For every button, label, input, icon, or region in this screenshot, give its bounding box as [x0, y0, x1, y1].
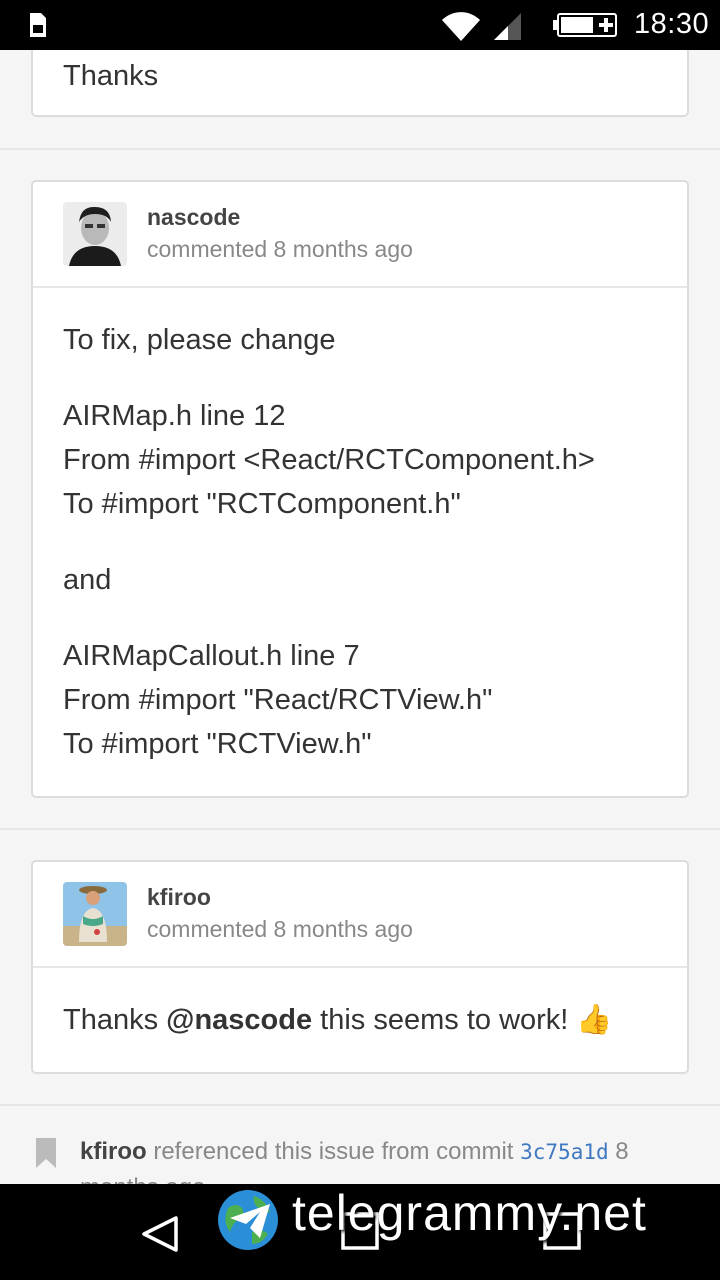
wifi-icon — [442, 12, 480, 41]
battery-charging-icon — [553, 13, 617, 37]
sim-card-icon — [30, 13, 46, 37]
comment-author[interactable]: kfiroo — [147, 884, 211, 911]
divider — [0, 828, 720, 830]
comment-author[interactable]: nascode — [147, 204, 240, 231]
status-bar: 18:30 — [0, 0, 720, 50]
user-mention[interactable]: @nascode — [166, 1004, 312, 1036]
previous-comment-card: Thanks — [31, 50, 689, 117]
comment-paragraph: To fix, please change — [63, 324, 336, 356]
comment-text: this seems to work! — [312, 1004, 577, 1036]
clock: 18:30 — [634, 8, 710, 40]
divider — [0, 1104, 720, 1106]
comment-text: Thanks — [63, 1004, 167, 1036]
comment-body: Thanks — [63, 60, 159, 92]
divider — [0, 148, 720, 150]
back-icon[interactable] — [140, 1214, 180, 1254]
avatar[interactable] — [63, 202, 127, 266]
comment-line: To #import "RCTComponent.h" — [63, 488, 461, 520]
thumbs-up-icon: 👍 — [576, 1004, 613, 1036]
comment-timestamp[interactable]: commented 8 months ago — [147, 236, 413, 263]
commit-sha-link[interactable]: 3c75a1d — [520, 1140, 609, 1164]
comment-line: From #import <React/RCTComponent.h> — [63, 444, 595, 476]
comment-header: nascode commented 8 months ago — [33, 182, 687, 288]
reference-action: referenced this issue from commit — [146, 1138, 521, 1165]
comment-line: From #import "React/RCTView.h" — [63, 684, 493, 716]
reference-time-continued: months ago — [80, 1174, 205, 1184]
comment-line: AIRMap.h line 12 — [63, 400, 286, 432]
watermark: telegrammy.net — [216, 1185, 720, 1252]
comment-line: To #import "RCTView.h" — [63, 728, 372, 760]
telegram-globe-logo — [218, 1190, 278, 1250]
navigation-bar: telegrammy.net — [0, 1184, 720, 1280]
commit-reference-event: kfiroo referenced this issue from commit… — [0, 1134, 720, 1184]
reference-text: kfiroo referenced this issue from commit… — [80, 1138, 629, 1166]
comment-timestamp[interactable]: commented 8 months ago — [147, 916, 413, 943]
reference-time: 8 — [608, 1138, 629, 1165]
bookmark-icon — [36, 1138, 56, 1168]
comment-body: Thanks @nascode this seems to work! 👍 — [33, 968, 687, 1064]
watermark-text: telegrammy.net — [292, 1185, 647, 1241]
comment-line: AIRMapCallout.h line 7 — [63, 640, 360, 672]
signal-icon — [494, 13, 521, 40]
comment-card-nascode: nascode commented 8 months ago To fix, p… — [31, 180, 689, 798]
comment-card-kfiroo: kfiroo commented 8 months ago Thanks @na… — [31, 860, 689, 1074]
issue-timeline[interactable]: Thanks nascode commented 8 months ago To… — [0, 50, 720, 1184]
comment-paragraph: and — [63, 564, 112, 596]
comment-body: To fix, please change AIRMap.h line 12 F… — [33, 288, 687, 788]
avatar[interactable] — [63, 882, 127, 946]
comment-header: kfiroo commented 8 months ago — [33, 862, 687, 968]
reference-user[interactable]: kfiroo — [80, 1138, 147, 1165]
